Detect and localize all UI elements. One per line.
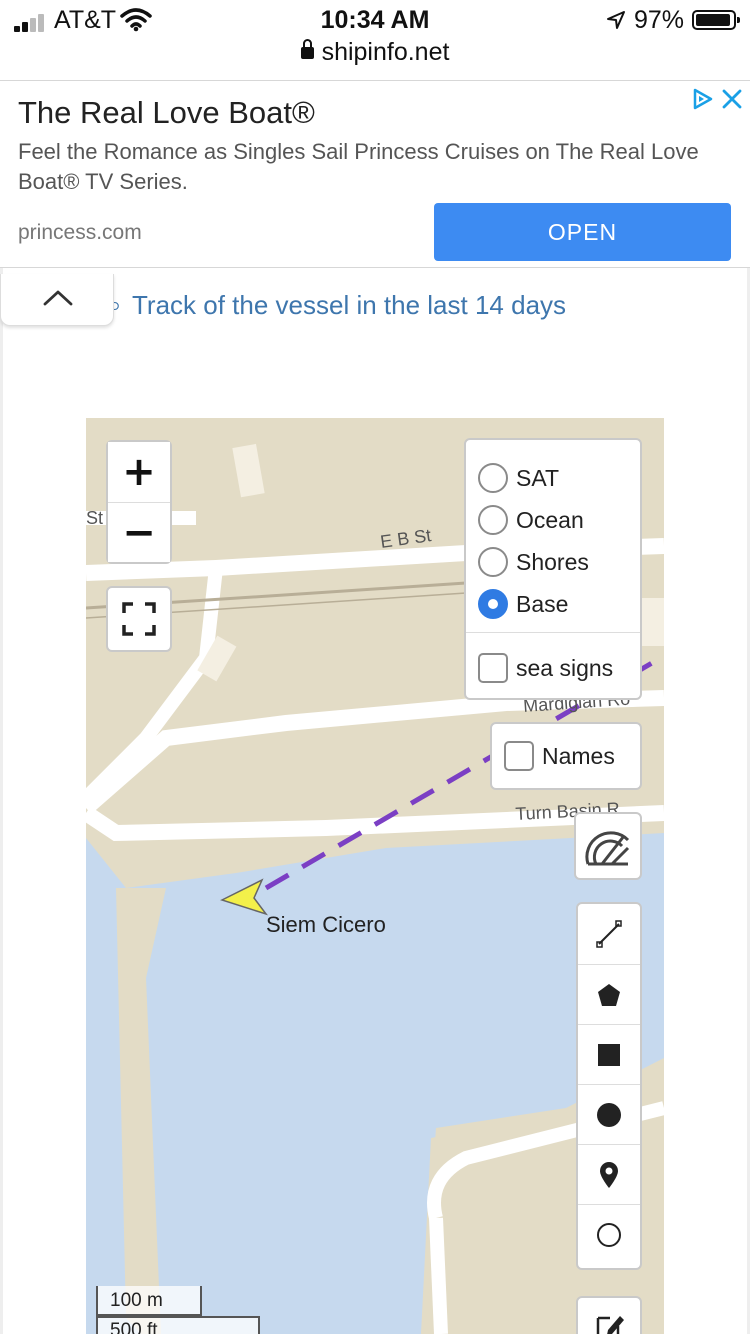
radio-ocean[interactable] [478,505,508,535]
layer-label: Ocean [516,506,584,533]
page-border [0,268,3,1334]
ad-description[interactable]: Feel the Romance as Singles Sail Princes… [18,137,738,197]
measure-button[interactable] [574,812,642,880]
layer-switcher: SAT Ocean Shores Base sea signs [464,438,642,700]
sea-signs-checkbox[interactable] [478,653,508,683]
names-option[interactable]: Names [504,736,615,776]
collapse-ad-button[interactable] [0,274,114,326]
fullscreen-icon [122,602,156,636]
ad-choices-icon[interactable] [690,87,714,111]
vessel-name-label[interactable]: Siem Cicero [266,912,386,938]
map-view[interactable]: E B St St Mardigian Ro Turn Basin R Siem… [86,418,664,1334]
edit-icon [596,1316,624,1334]
scale-metric: 100 m [96,1286,202,1316]
fullscreen-button[interactable] [106,586,172,652]
draw-rectangle-button[interactable] [578,1024,640,1084]
chevron-up-icon [43,290,73,306]
layer-option-base[interactable]: Base [478,584,568,624]
names-checkbox[interactable] [504,741,534,771]
sea-signs-option[interactable]: sea signs [478,648,613,688]
url-text: shipinfo.net [321,38,450,66]
close-icon[interactable] [720,87,744,111]
url-bar[interactable]: shipinfo.net [0,38,750,67]
zoom-out-button[interactable]: − [108,502,170,562]
polygon-icon [598,983,620,1006]
sea-signs-label: sea signs [516,654,614,681]
radio-base[interactable] [478,589,508,619]
battery-icon [692,10,740,30]
draw-marker-button[interactable] [578,1144,640,1204]
names-label: Names [542,742,615,769]
edit-layers-button[interactable] [576,1296,642,1334]
names-toggle[interactable]: Names [490,722,642,790]
draw-line-button[interactable] [578,904,640,964]
zoom-in-button[interactable]: + [108,442,170,502]
protractor-icon [585,831,630,866]
draw-circle-button[interactable] [578,1084,640,1144]
ad-banner[interactable]: The Real Love Boat® Feel the Romance as … [0,80,750,268]
layer-label: SAT [516,464,560,491]
layer-option-ocean[interactable]: Ocean [478,500,584,540]
zoom-control: + − [106,440,172,564]
status-bar: AT&T 10:34 AM shipinfo.net 97% [0,0,750,80]
scale-imperial: 500 ft [96,1316,260,1334]
circle-icon [597,1102,621,1127]
radio-shores[interactable] [478,547,508,577]
ad-title[interactable]: The Real Love Boat® [18,95,315,131]
rectangle-icon [598,1043,620,1066]
lock-icon [300,39,314,59]
layer-option-shores[interactable]: Shores [478,542,589,582]
layer-label: Base [516,590,569,617]
location-arrow-icon [607,11,625,29]
ad-domain[interactable]: princess.com [18,221,142,245]
ad-open-button[interactable]: OPEN [434,203,731,261]
radio-sat[interactable] [478,463,508,493]
circle-marker-icon [597,1222,621,1247]
layer-option-sat[interactable]: SAT [478,458,559,498]
divider [466,632,640,633]
marker-icon [600,1161,618,1188]
line-icon [596,920,622,948]
road-label: St [86,508,104,528]
draw-circle-marker-button[interactable] [578,1204,640,1264]
battery-percent: 97% [634,6,685,34]
layer-label: Shores [516,548,589,575]
draw-toolbar [576,902,642,1270]
draw-polygon-button[interactable] [578,964,640,1024]
track-title: Track of the vessel in the last 14 days [132,290,567,320]
